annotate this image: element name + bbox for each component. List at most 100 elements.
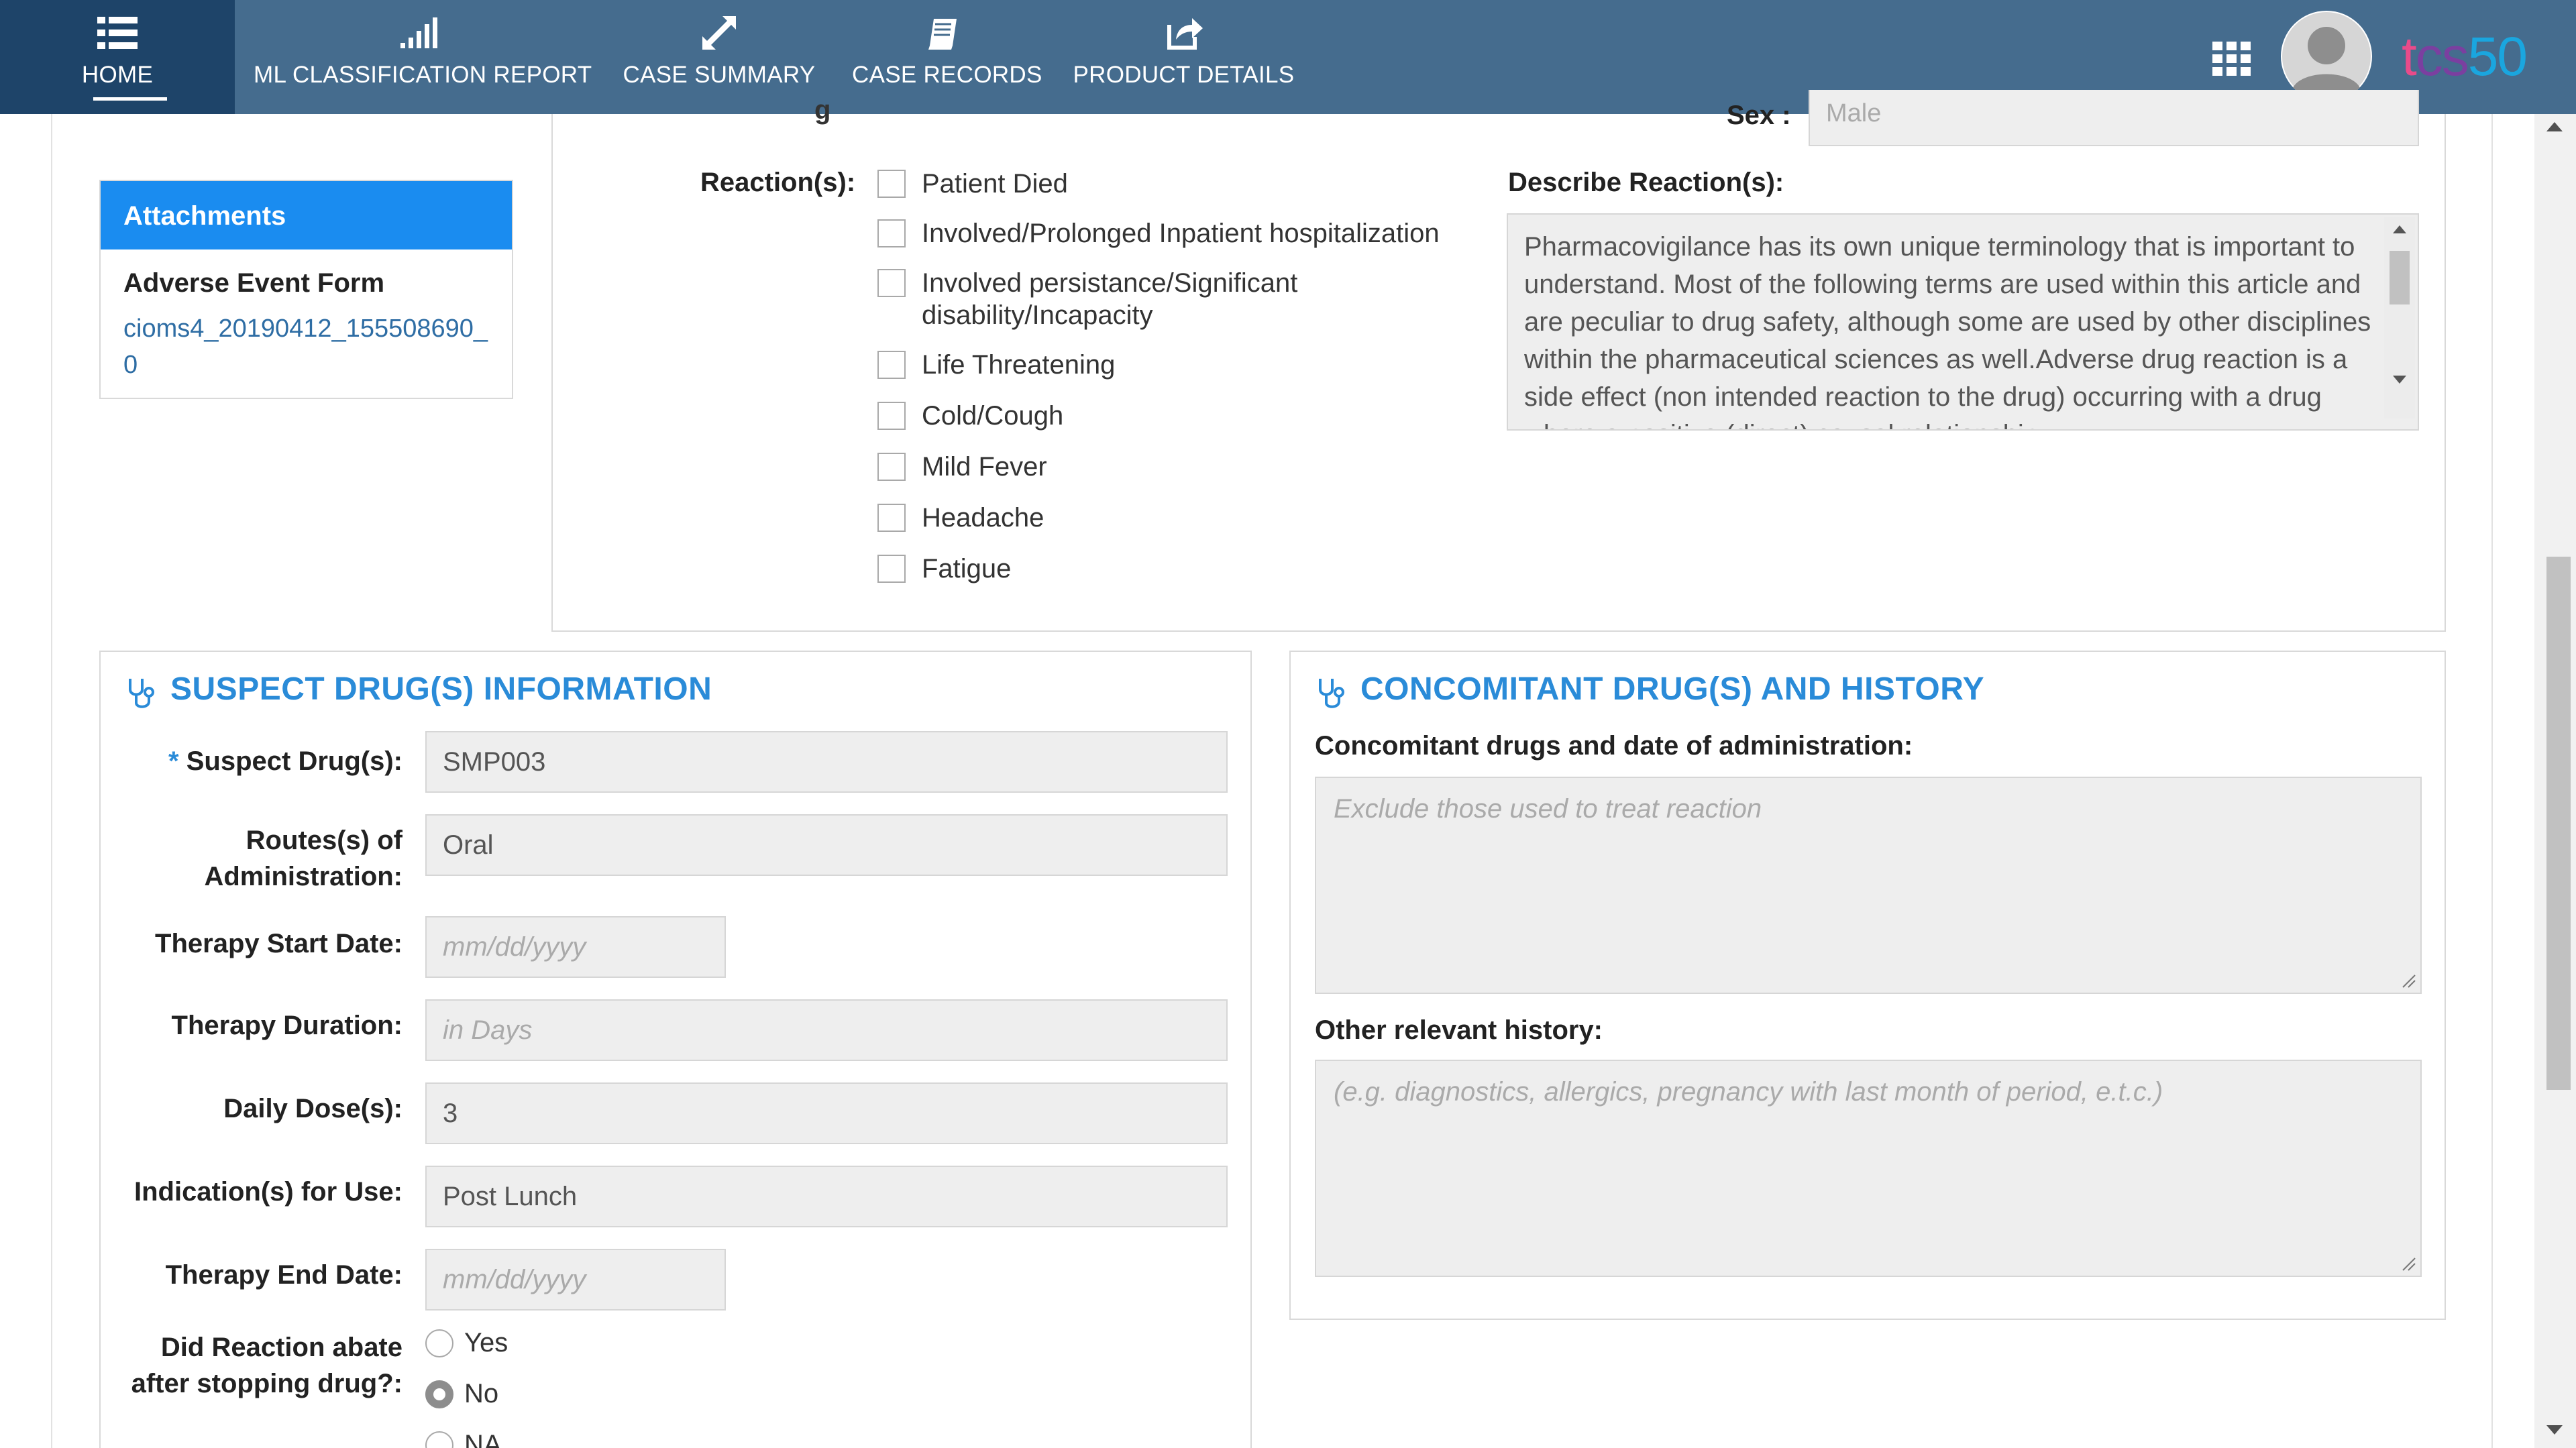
suspect-drug-label: * Suspect Drug(s):: [101, 743, 402, 779]
reaction-option-mild-fever[interactable]: Mild Fever: [877, 451, 1047, 483]
attachment-file-link[interactable]: cioms4_20190412_155508690_0: [123, 311, 499, 383]
therapy-start-label: Therapy Start Date:: [155, 929, 402, 958]
concomitant-drugs-placeholder: Exclude those used to treat reaction: [1334, 794, 1762, 824]
other-history-textarea[interactable]: (e.g. diagnostics, allergics, pregnancy …: [1315, 1060, 2422, 1277]
reaction-option-hospitalization[interactable]: Involved/Prolonged Inpatient hospitaliza…: [877, 217, 1440, 249]
scroll-thumb[interactable]: [2546, 557, 2571, 1090]
nav-ml-classification-report[interactable]: ML CLASSIFICATION REPORT: [254, 0, 592, 114]
logo-part-3: 50: [2467, 26, 2528, 87]
attachments-header: Attachments: [101, 181, 512, 249]
describe-reactions-textarea[interactable]: Pharmacovigilance has its own unique ter…: [1507, 213, 2419, 431]
suspect-drug-input[interactable]: SMP003: [425, 731, 1228, 793]
reaction-option-disability[interactable]: Involved persistance/Significant disabil…: [877, 267, 1481, 331]
radio-button[interactable]: [425, 1431, 453, 1448]
sex-field[interactable]: Male: [1809, 90, 2419, 146]
nav-ml-label: ML CLASSIFICATION REPORT: [254, 62, 592, 88]
user-avatar[interactable]: [2281, 11, 2372, 102]
radio-button[interactable]: [425, 1329, 453, 1357]
content-border-right: [2491, 114, 2493, 1448]
reaction-option-cold-cough[interactable]: Cold/Cough: [877, 400, 1063, 432]
checkbox[interactable]: [877, 219, 906, 247]
reaction-option-headache[interactable]: Headache: [877, 502, 1044, 534]
field-label-cutoff: g: [814, 95, 831, 125]
other-history-placeholder: (e.g. diagnostics, allergics, pregnancy …: [1334, 1077, 2163, 1107]
reaction-option-label: Fatigue: [922, 554, 1012, 583]
reaction-option-label: Life Threatening: [922, 350, 1116, 380]
therapy-end-label: Therapy End Date:: [165, 1260, 402, 1290]
checkbox[interactable]: [877, 269, 906, 297]
sex-label: Sex :: [1727, 101, 1791, 130]
list-icon: [97, 17, 138, 49]
nav-product-details-label: PRODUCT DETAILS: [1073, 62, 1295, 88]
scroll-up-arrow-icon[interactable]: [2393, 225, 2406, 233]
checkbox[interactable]: [877, 555, 906, 583]
scroll-down-arrow-icon[interactable]: [2546, 1425, 2563, 1435]
reaction-option-label: Mild Fever: [922, 452, 1047, 482]
nav-case-summary-label: CASE SUMMARY: [623, 62, 816, 88]
logo-part-1: t: [2402, 26, 2417, 87]
nav-case-summary[interactable]: CASE SUMMARY: [622, 0, 816, 114]
apps-grid-icon[interactable]: [2212, 42, 2251, 76]
abate-option-label: NA: [464, 1430, 502, 1448]
indication-input[interactable]: Post Lunch: [425, 1166, 1228, 1227]
attachment-form-title: Adverse Event Form: [123, 268, 385, 298]
therapy-duration-input[interactable]: in Days: [425, 999, 1228, 1061]
therapy-duration-label: Therapy Duration:: [171, 1011, 402, 1040]
stethoscope-icon: [1319, 679, 1344, 708]
abate-option-no[interactable]: No: [425, 1379, 498, 1409]
reaction-option-label: Involved/Prolonged Inpatient hospitaliza…: [922, 219, 1440, 248]
reaction-option-patient-died[interactable]: Patient Died: [877, 168, 1068, 200]
scroll-thumb[interactable]: [2390, 251, 2410, 304]
abate-option-label: No: [464, 1379, 499, 1408]
reactions-label: Reaction(s):: [700, 168, 856, 197]
textarea-scrollbar[interactable]: [2384, 217, 2415, 419]
required-marker: *: [168, 746, 179, 776]
suspect-drug-panel: SUSPECT DRUG(S) INFORMATION * Suspect Dr…: [99, 651, 1252, 1448]
content-border-left: [51, 114, 52, 1448]
abate-option-yes[interactable]: Yes: [425, 1328, 508, 1358]
route-label-line-1: Routes(s) of: [246, 826, 402, 855]
reaction-option-label: Cold/Cough: [922, 401, 1064, 431]
route-input[interactable]: Oral: [425, 814, 1228, 876]
route-label-line-2: Administration:: [204, 862, 402, 891]
logo-part-2: cs: [2415, 26, 2469, 87]
checkbox[interactable]: [877, 402, 906, 430]
reaction-option-life-threatening[interactable]: Life Threatening: [877, 349, 1115, 381]
stethoscope-icon: [129, 679, 154, 708]
checkbox[interactable]: [877, 504, 906, 532]
scroll-down-arrow-icon[interactable]: [2393, 376, 2406, 384]
user-icon: [2282, 12, 2371, 101]
therapy-start-date-input[interactable]: mm/dd/yyyy: [425, 916, 726, 978]
suspect-drug-title: SUSPECT DRUG(S) INFORMATION: [170, 671, 712, 707]
company-logo: tcs50: [2402, 25, 2528, 87]
concomitant-drugs-textarea[interactable]: Exclude those used to treat reaction: [1315, 777, 2422, 994]
reaction-abate-label-line-1: Did Reaction abate: [160, 1333, 402, 1362]
daily-dose-input[interactable]: 3: [425, 1082, 1228, 1144]
reaction-abate-label-line-2: after stopping drug?:: [131, 1369, 402, 1398]
attachments-panel: Attachments Adverse Event Form cioms4_20…: [99, 180, 513, 399]
reaction-option-fatigue[interactable]: Fatigue: [877, 553, 1011, 585]
scroll-up-arrow-icon[interactable]: [2546, 122, 2563, 131]
reaction-option-label: Patient Died: [922, 169, 1068, 199]
therapy-end-date-input[interactable]: mm/dd/yyyy: [425, 1249, 726, 1311]
nav-home[interactable]: HOME: [0, 0, 235, 114]
checkbox[interactable]: [877, 453, 906, 481]
checkbox[interactable]: [877, 170, 906, 198]
abate-option-label: Yes: [464, 1328, 508, 1357]
page-scrollbar[interactable]: [2534, 114, 2576, 1448]
checkbox[interactable]: [877, 351, 906, 379]
nav-case-records[interactable]: CASE RECORDS: [852, 0, 1042, 114]
resize-handle-icon[interactable]: [2399, 971, 2416, 989]
indication-label: Indication(s) for Use:: [133, 1177, 402, 1207]
concomitant-drug-panel: CONCOMITANT DRUG(S) AND HISTORY Concomit…: [1289, 651, 2446, 1320]
daily-dose-label: Daily Dose(s):: [223, 1094, 402, 1123]
nav-case-records-label: CASE RECORDS: [852, 62, 1042, 88]
concomitant-drugs-label: Concomitant drugs and date of administra…: [1315, 731, 1913, 761]
share-icon: [1167, 18, 1203, 50]
radio-button-selected[interactable]: [425, 1380, 453, 1408]
resize-handle-icon[interactable]: [2399, 1254, 2416, 1272]
nav-product-details[interactable]: PRODUCT DETAILS: [1072, 0, 1295, 114]
other-history-label: Other relevant history:: [1315, 1015, 1603, 1045]
reaction-option-label: Involved persistance/Significant disabil…: [922, 268, 1298, 330]
abate-option-na[interactable]: NA: [425, 1430, 502, 1448]
